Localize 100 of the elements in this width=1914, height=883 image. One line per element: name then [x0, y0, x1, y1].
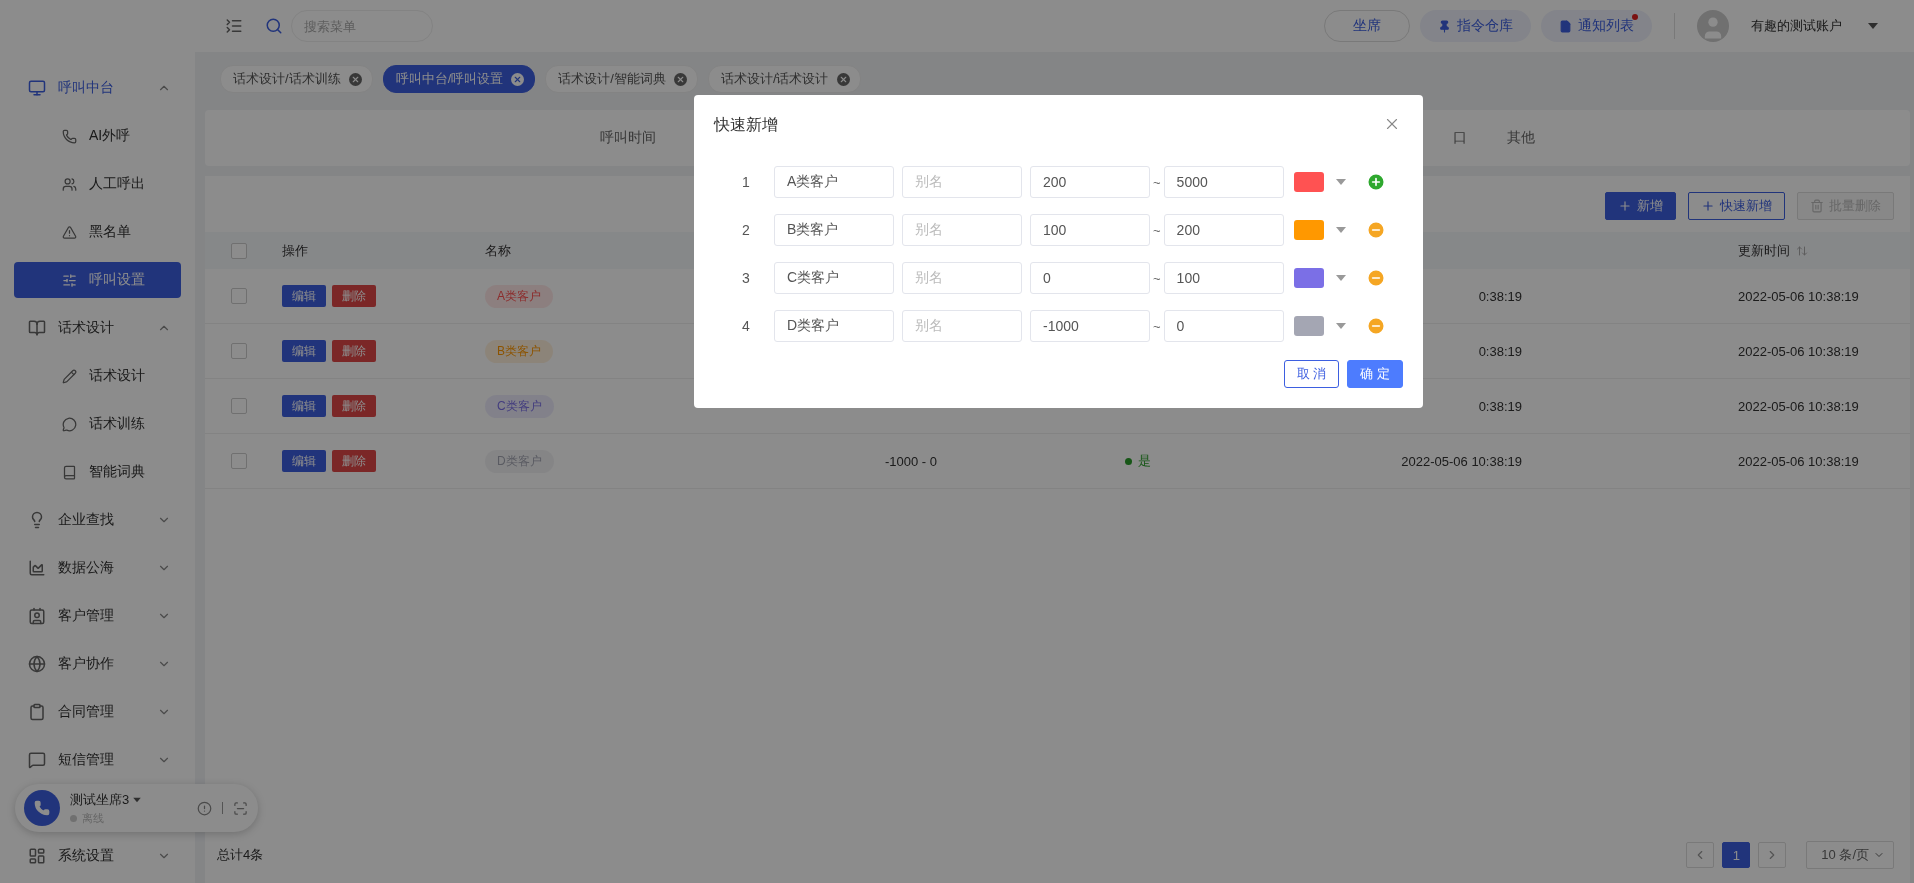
page-tab[interactable]: 话术设计/话术训练 — [220, 65, 373, 93]
header-button[interactable]: 坐席 — [1324, 10, 1410, 42]
screen-icon[interactable] — [233, 800, 248, 816]
sidebar-subitem[interactable]: 人工呼出 — [0, 160, 195, 208]
globe-icon — [28, 655, 46, 673]
toolbar-button[interactable]: 新增 — [1605, 192, 1676, 220]
menu-icon[interactable] — [225, 17, 243, 35]
cancel-button[interactable]: 取 消 — [1283, 360, 1340, 388]
range-separator: ~ — [1153, 174, 1161, 190]
close-icon[interactable] — [348, 72, 362, 86]
column-header[interactable]: 更新时间 — [1738, 241, 1790, 260]
edit-button[interactable]: 编辑 — [282, 450, 326, 472]
name-field[interactable]: A类客户 — [774, 166, 894, 198]
phone-icon[interactable] — [34, 800, 50, 816]
close-icon[interactable] — [836, 72, 850, 86]
chat-icon — [28, 751, 46, 769]
max-field[interactable]: 0 — [1163, 310, 1284, 342]
alert-icon[interactable] — [197, 800, 212, 816]
sidebar-subitem[interactable]: AI外呼 — [0, 112, 195, 160]
caret-icon[interactable] — [1335, 322, 1346, 330]
toolbar-button[interactable]: 快速新增 — [1688, 192, 1785, 220]
sidebar-item[interactable]: 数据公海 — [0, 544, 195, 592]
max-field[interactable]: 5000 — [1163, 166, 1284, 198]
delete-button[interactable]: 删除 — [332, 395, 376, 417]
min-field[interactable]: -1000 — [1030, 310, 1150, 342]
header-button[interactable]: 指令仓库 — [1420, 10, 1531, 42]
row-checkbox[interactable] — [231, 453, 247, 469]
row-checkbox[interactable] — [231, 398, 247, 414]
sidebar-subitem[interactable]: 话术设计 — [0, 352, 195, 400]
row-number: 3 — [741, 270, 751, 286]
agent-name[interactable]: 测试坐席3 — [70, 790, 187, 809]
page-tab[interactable]: 话术设计/智能词典 — [545, 65, 698, 93]
caret-icon[interactable] — [1335, 178, 1346, 186]
name-field[interactable]: B类客户 — [774, 214, 894, 246]
page-button[interactable]: 1 — [1722, 842, 1751, 868]
edit-button[interactable]: 编辑 — [282, 340, 326, 362]
close-icon[interactable] — [511, 72, 525, 86]
min-field[interactable]: 200 — [1030, 166, 1150, 198]
name-field[interactable]: D类客户 — [774, 310, 894, 342]
color-swatch[interactable] — [1293, 268, 1324, 288]
status-dot — [1125, 457, 1132, 465]
edit-button[interactable]: 编辑 — [282, 395, 326, 417]
sidebar-subitem[interactable]: 黑名单 — [0, 208, 195, 256]
chart-icon — [28, 559, 46, 577]
range-separator: ~ — [1153, 270, 1161, 286]
sidebar-item[interactable]: 呼叫中台 — [0, 64, 195, 112]
min-field[interactable]: 100 — [1030, 214, 1150, 246]
sidebar-item[interactable]: 系统设置 — [0, 832, 195, 880]
search-icon[interactable] — [265, 17, 283, 35]
filter-tab[interactable]: 口 — [1433, 129, 1487, 147]
sidebar-item[interactable]: 企业查找 — [0, 496, 195, 544]
row-number: 4 — [741, 318, 751, 334]
name-field[interactable]: C类客户 — [774, 262, 894, 294]
sidebar-item[interactable]: 客户管理 — [0, 592, 195, 640]
color-swatch[interactable] — [1293, 316, 1324, 336]
clipboard-icon — [28, 703, 46, 721]
page-tab[interactable]: 呼叫中台/呼叫设置 — [382, 65, 536, 93]
color-swatch[interactable] — [1293, 220, 1324, 240]
table-cell: 0:38:19 — [1478, 288, 1522, 304]
user-name[interactable]: 有趣的测试账户 — [1751, 17, 1842, 35]
table-cell: 0:38:19 — [1478, 398, 1522, 414]
delete-button[interactable]: 删除 — [332, 450, 376, 472]
min-field[interactable]: 0 — [1030, 262, 1150, 294]
avatar[interactable] — [1697, 10, 1729, 42]
caret-icon[interactable] — [1335, 226, 1346, 234]
page-tab[interactable]: 话术设计/话术设计 — [707, 65, 861, 93]
sidebar-item[interactable]: 短信管理 — [0, 736, 195, 784]
remove-icon[interactable] — [1365, 268, 1386, 288]
header-button[interactable]: 通知列表 — [1541, 10, 1652, 42]
caret-icon[interactable] — [1868, 22, 1878, 30]
max-field[interactable]: 100 — [1163, 262, 1284, 294]
filter-tab[interactable]: 呼叫时间 — [580, 129, 676, 147]
delete-button[interactable]: 删除 — [332, 340, 376, 362]
remove-icon[interactable] — [1365, 220, 1386, 240]
remove-icon[interactable] — [1365, 316, 1386, 336]
phone-button[interactable] — [24, 790, 60, 826]
caret-icon[interactable] — [1335, 274, 1346, 282]
page-size-select[interactable]: 10 条/页 — [1806, 841, 1894, 869]
book-icon — [28, 319, 46, 337]
close-icon[interactable] — [673, 72, 687, 86]
sidebar-subitem[interactable]: 智能词典 — [0, 448, 195, 496]
sidebar-subitem[interactable]: 话术训练 — [0, 400, 195, 448]
edit-button[interactable]: 编辑 — [282, 285, 326, 307]
book-icon — [62, 464, 77, 480]
color-swatch[interactable] — [1293, 172, 1324, 192]
range-separator: ~ — [1153, 318, 1161, 334]
sidebar-item[interactable]: 客户协作 — [0, 640, 195, 688]
max-field[interactable]: 200 — [1163, 214, 1284, 246]
sort-icon[interactable] — [1796, 244, 1808, 257]
select-all-checkbox[interactable] — [231, 242, 247, 259]
sidebar-item[interactable]: 话术设计 — [0, 304, 195, 352]
caret-icon[interactable] — [133, 796, 142, 803]
sidebar-subitem[interactable]: 呼叫设置 — [14, 262, 181, 298]
delete-button[interactable]: 删除 — [332, 285, 376, 307]
add-icon[interactable] — [1365, 172, 1386, 192]
row-checkbox[interactable] — [231, 343, 247, 359]
sidebar-item[interactable]: 合同管理 — [0, 688, 195, 736]
filter-tab[interactable]: 其他 — [1487, 129, 1555, 147]
row-checkbox[interactable] — [231, 288, 247, 304]
confirm-button[interactable]: 确 定 — [1347, 360, 1403, 388]
